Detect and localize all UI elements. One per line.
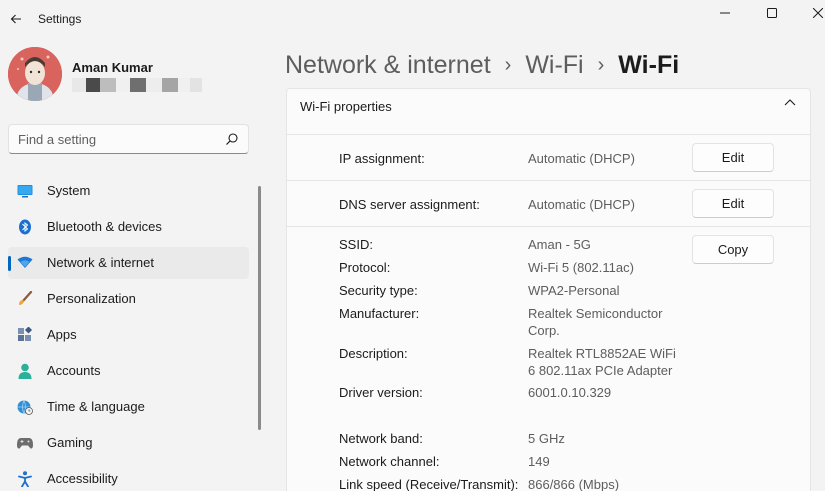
wifi-properties-card: Wi-Fi properties IP assignment: Automati… <box>286 88 811 491</box>
breadcrumb: Network & internet › Wi-Fi › Wi-Fi <box>285 47 679 83</box>
globe-clock-icon <box>17 399 33 415</box>
search-box[interactable] <box>8 124 249 154</box>
sidebar-scrollbar[interactable] <box>258 186 261 430</box>
description-value: Realtek RTL8852AE WiFi 6 802.11ax PCIe A… <box>528 346 676 378</box>
network-channel-value: 149 <box>528 454 550 469</box>
manufacturer-label: Manufacturer: <box>339 306 420 321</box>
window-title: Settings <box>38 12 82 26</box>
accessibility-icon <box>17 471 33 487</box>
avatar-illustration <box>8 47 62 101</box>
description-label: Description: <box>339 346 408 361</box>
ip-assignment-value: Automatic (DHCP) <box>528 151 635 166</box>
copy-button[interactable]: Copy <box>692 235 774 264</box>
maximize-icon <box>767 8 777 18</box>
sidebar-item-system[interactable]: System <box>8 175 249 207</box>
user-email-redacted <box>72 78 202 92</box>
back-button[interactable] <box>5 6 27 32</box>
sidebar-item-personalization[interactable]: Personalization <box>8 283 249 315</box>
close-button[interactable] <box>795 0 825 26</box>
breadcrumb-wifi[interactable]: Wi-Fi <box>525 51 583 80</box>
chevron-up-icon[interactable] <box>784 97 796 107</box>
edit-ip-button[interactable]: Edit <box>692 143 774 172</box>
security-type-value: WPA2-Personal <box>528 283 620 298</box>
monitor-icon <box>17 183 33 199</box>
user-name: Aman Kumar <box>72 60 153 75</box>
brush-icon <box>17 291 33 307</box>
dns-assignment-value: Automatic (DHCP) <box>528 197 635 212</box>
sidebar-item-label: Bluetooth & devices <box>47 219 162 234</box>
minimize-button[interactable] <box>702 0 748 26</box>
driver-version-value: 6001.0.10.329 <box>528 385 612 400</box>
sidebar-item-bluetooth[interactable]: Bluetooth & devices <box>8 211 249 243</box>
sidebar-item-label: System <box>47 183 91 198</box>
sidebar-item-gaming[interactable]: Gaming <box>8 427 249 459</box>
wifi-icon <box>17 255 33 271</box>
wifi-properties-header[interactable]: Wi-Fi properties <box>287 89 810 134</box>
divider <box>287 226 810 227</box>
chevron-right-icon: › <box>504 53 512 76</box>
maximize-button[interactable] <box>749 0 795 26</box>
dns-assignment-label: DNS server assignment: <box>339 197 480 212</box>
manufacturer-value: Realtek Semiconductor Corp. <box>528 306 663 338</box>
avatar[interactable] <box>8 47 62 101</box>
sidebar-item-label: Personalization <box>47 291 136 306</box>
sidebar-item-label: Apps <box>47 327 77 342</box>
divider <box>287 180 810 181</box>
sidebar-item-label: Network & internet <box>47 255 154 270</box>
sidebar-item-label: Time & language <box>47 399 145 414</box>
driver-version-label: Driver version: <box>339 385 423 400</box>
network-channel-label: Network channel: <box>339 454 440 469</box>
network-band-value: 5 GHz <box>528 431 565 446</box>
breadcrumb-network[interactable]: Network & internet <box>285 51 491 80</box>
sidebar-item-label: Accessibility <box>47 471 118 486</box>
protocol-label: Protocol: <box>339 260 391 275</box>
search-input[interactable] <box>18 131 218 148</box>
bluetooth-icon <box>17 219 33 235</box>
ssid-value: Aman - 5G <box>528 237 591 252</box>
page-title: Wi-Fi <box>618 50 680 79</box>
person-icon <box>17 363 33 379</box>
sidebar-item-time-language[interactable]: Time & language <box>8 391 249 423</box>
protocol-value: Wi-Fi 5 (802.11ac) <box>528 260 634 275</box>
sidebar-nav: System Bluetooth & devices Network & int… <box>8 175 249 491</box>
edit-dns-button[interactable]: Edit <box>692 189 774 218</box>
title-bar: Settings <box>0 0 825 38</box>
divider <box>287 134 810 135</box>
chevron-right-icon: › <box>597 53 605 76</box>
ssid-label: SSID: <box>339 237 373 252</box>
security-type-label: Security type: <box>339 283 418 298</box>
card-title: Wi-Fi properties <box>300 99 392 114</box>
link-speed-label: Link speed (Receive/Transmit): <box>339 477 519 491</box>
network-band-label: Network band: <box>339 431 423 446</box>
sidebar-item-accounts[interactable]: Accounts <box>8 355 249 387</box>
link-speed-value: 866/866 (Mbps) <box>528 477 620 491</box>
sidebar-item-apps[interactable]: Apps <box>8 319 249 351</box>
ip-assignment-label: IP assignment: <box>339 151 425 166</box>
sidebar-item-label: Accounts <box>47 363 101 378</box>
sidebar-item-label: Gaming <box>47 435 93 450</box>
sidebar-item-network[interactable]: Network & internet <box>8 247 249 279</box>
search-icon[interactable] <box>225 132 239 146</box>
back-arrow-icon <box>10 14 21 24</box>
close-icon <box>813 8 823 18</box>
sidebar-item-accessibility[interactable]: Accessibility <box>8 463 249 491</box>
gamepad-icon <box>17 435 33 451</box>
apps-icon <box>17 327 33 343</box>
minimize-icon <box>720 12 730 14</box>
